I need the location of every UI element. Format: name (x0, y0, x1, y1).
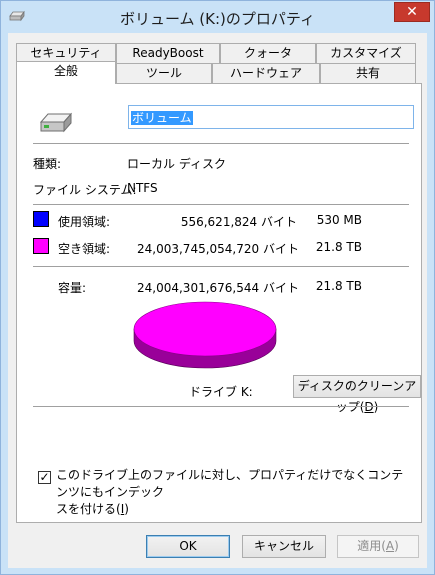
tab-hardware[interactable]: ハードウェア (212, 63, 320, 83)
dialog-client: セキュリティ ReadyBoost クォータ カスタマイズ 全般 ツール ハード… (8, 33, 427, 568)
filesystem-label: ファイル システム: (33, 183, 137, 197)
index-label-line2-wrap: スを付ける(I) (56, 501, 406, 518)
free-color-swatch (33, 238, 49, 254)
divider (33, 266, 409, 267)
disk-cleanup-key: D (364, 400, 374, 414)
free-size: 21.8 TB (315, 240, 362, 254)
close-button[interactable]: ✕ (394, 2, 430, 22)
drive-label: ドライブ K: (189, 385, 253, 399)
ok-button[interactable]: OK (146, 535, 230, 558)
capacity-bytes: 24,004,301,676,544 バイト (137, 281, 299, 295)
divider (33, 143, 409, 144)
used-color-swatch (33, 211, 49, 227)
divider (33, 406, 409, 407)
divider (33, 204, 409, 205)
tab-tools[interactable]: ツール (116, 63, 212, 83)
disk-cleanup-close: ) (373, 400, 379, 414)
cancel-button[interactable]: キャンセル (242, 535, 326, 558)
tab-readyboost[interactable]: ReadyBoost (116, 43, 220, 63)
tab-customize[interactable]: カスタマイズ (316, 43, 416, 63)
pie-free-slice (133, 301, 277, 357)
type-label: 種類: (33, 157, 62, 171)
capacity-label: 容量: (58, 281, 87, 295)
tab-general[interactable]: 全般 (16, 61, 116, 84)
volume-name-text: ボリューム (131, 111, 193, 125)
tab-quota[interactable]: クォータ (220, 43, 316, 63)
tab-security[interactable]: セキュリティ (16, 43, 116, 63)
window-title: ボリューム (K:)のプロパティ (119, 10, 315, 28)
hard-drive-icon (39, 112, 73, 133)
free-label: 空き領域: (58, 242, 111, 256)
apply-close: ) (394, 539, 399, 553)
apply-label: 適用( (357, 539, 386, 553)
properties-window: ボリューム (K:)のプロパティ ✕ セキュリティ ReadyBoost クォー… (0, 0, 435, 575)
index-checkbox-label[interactable]: このドライブ上のファイルに対し、プロパティだけでなくコンテンツにもインデック ス… (56, 467, 406, 518)
index-label-close: ) (124, 502, 129, 516)
disk-cleanup-label: ディスクのクリーンアップ( (297, 379, 417, 414)
filesystem-value: NTFS (127, 181, 158, 195)
tab-sharing[interactable]: 共有 (320, 63, 416, 83)
used-bytes: 556,621,824 バイト (180, 215, 297, 229)
usage-pie-chart (133, 301, 277, 369)
used-label: 使用領域: (58, 215, 111, 229)
general-panel: ボリューム 種類: ローカル ディスク ファイル システム: NTFS 使用領域… (16, 83, 422, 523)
apply-button[interactable]: 適用(A) (337, 535, 419, 558)
index-label-line2: スを付ける( (56, 502, 121, 516)
apply-key: A (385, 539, 395, 553)
type-value: ローカル ディスク (127, 157, 226, 171)
free-bytes: 24,003,745,054,720 バイト (137, 242, 299, 256)
used-size: 530 MB (316, 213, 362, 227)
index-checkbox[interactable]: ✓ (38, 471, 51, 484)
index-label-line1: このドライブ上のファイルに対し、プロパティだけでなくコンテンツにもインデック (56, 468, 404, 499)
title-bar[interactable]: ボリューム (K:)のプロパティ ✕ (1, 1, 434, 33)
volume-name-input[interactable]: ボリューム (128, 105, 414, 129)
capacity-size: 21.8 TB (315, 279, 362, 293)
disk-cleanup-button[interactable]: ディスクのクリーンアップ(D) (293, 375, 421, 414)
